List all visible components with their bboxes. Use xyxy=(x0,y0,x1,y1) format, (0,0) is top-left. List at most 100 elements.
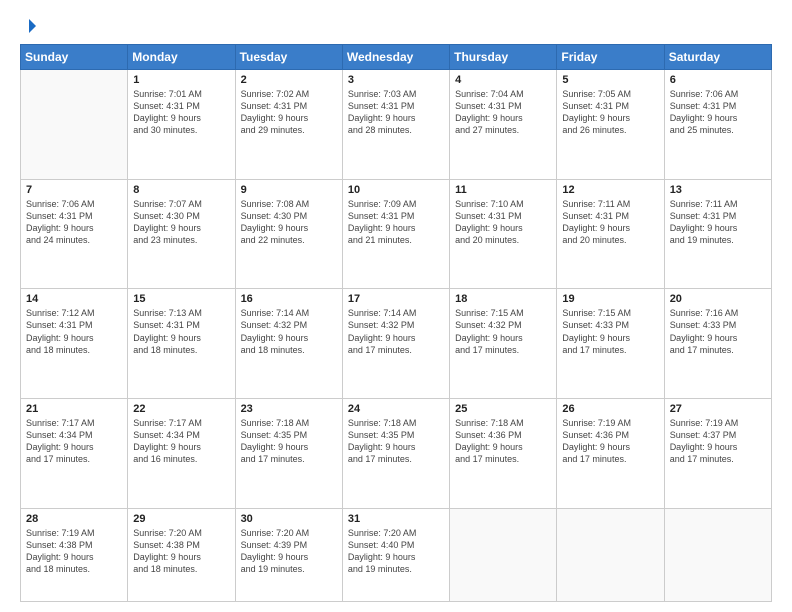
day-number: 21 xyxy=(26,403,122,415)
day-info: Sunrise: 7:02 AMSunset: 4:31 PMDaylight:… xyxy=(241,88,337,137)
day-number: 29 xyxy=(133,513,229,525)
day-info: Sunrise: 7:17 AMSunset: 4:34 PMDaylight:… xyxy=(133,417,229,466)
day-number: 28 xyxy=(26,513,122,525)
day-info: Sunrise: 7:18 AMSunset: 4:35 PMDaylight:… xyxy=(241,417,337,466)
day-number: 14 xyxy=(26,293,122,305)
weekday-header-monday: Monday xyxy=(128,45,235,70)
calendar-cell: 25 Sunrise: 7:18 AMSunset: 4:36 PMDayligh… xyxy=(450,398,557,508)
calendar-cell: 19 Sunrise: 7:15 AMSunset: 4:33 PMDayligh… xyxy=(557,289,664,399)
calendar-cell: 23Sunrise: 7:18 AMSunset: 4:35 PMDayligh… xyxy=(235,398,342,508)
calendar-cell: 1 Sunrise: 7:01 AMSunset: 4:31 PMDaylight… xyxy=(128,70,235,180)
week-row-5: 28 Sunrise: 7:19 AMSunset: 4:38 PMDayligh… xyxy=(21,508,772,602)
day-info: Sunrise: 7:14 AMSunset: 4:32 PMDaylight:… xyxy=(348,307,444,356)
day-number: 6 xyxy=(670,74,766,86)
calendar-cell: 16 Sunrise: 7:14 AMSunset: 4:32 PMDayligh… xyxy=(235,289,342,399)
weekday-header-friday: Friday xyxy=(557,45,664,70)
calendar-cell xyxy=(450,508,557,602)
calendar-cell: 2 Sunrise: 7:02 AMSunset: 4:31 PMDaylight… xyxy=(235,70,342,180)
day-number: 18 xyxy=(455,293,551,305)
day-number: 15 xyxy=(133,293,229,305)
day-info: Sunrise: 7:16 AMSunset: 4:33 PMDaylight:… xyxy=(670,307,766,356)
calendar-cell: 17 Sunrise: 7:14 AMSunset: 4:32 PMDayligh… xyxy=(342,289,449,399)
day-info: Sunrise: 7:15 AMSunset: 4:32 PMDaylight:… xyxy=(455,307,551,356)
day-info: Sunrise: 7:06 AMSunset: 4:31 PMDaylight:… xyxy=(26,198,122,247)
day-number: 30 xyxy=(241,513,337,525)
day-number: 26 xyxy=(562,403,658,415)
day-number: 7 xyxy=(26,184,122,196)
day-number: 1 xyxy=(133,74,229,86)
day-info: Sunrise: 7:19 AMSunset: 4:37 PMDaylight:… xyxy=(670,417,766,466)
weekday-header-row: SundayMondayTuesdayWednesdayThursdayFrid… xyxy=(21,45,772,70)
day-info: Sunrise: 7:19 AMSunset: 4:38 PMDaylight:… xyxy=(26,527,122,576)
day-info: Sunrise: 7:06 AMSunset: 4:31 PMDaylight:… xyxy=(670,88,766,137)
weekday-header-sunday: Sunday xyxy=(21,45,128,70)
calendar-cell: 22 Sunrise: 7:17 AMSunset: 4:34 PMDayligh… xyxy=(128,398,235,508)
day-number: 22 xyxy=(133,403,229,415)
calendar-cell: 6 Sunrise: 7:06 AMSunset: 4:31 PMDaylight… xyxy=(664,70,771,180)
day-number: 20 xyxy=(670,293,766,305)
day-info: Sunrise: 7:20 AMSunset: 4:40 PMDaylight:… xyxy=(348,527,444,576)
calendar-cell: 3 Sunrise: 7:03 AMSunset: 4:31 PMDaylight… xyxy=(342,70,449,180)
day-info: Sunrise: 7:20 AMSunset: 4:39 PMDaylight:… xyxy=(241,527,337,576)
calendar-cell: 7 Sunrise: 7:06 AMSunset: 4:31 PMDaylight… xyxy=(21,179,128,289)
day-info: Sunrise: 7:18 AMSunset: 4:36 PMDaylight:… xyxy=(455,417,551,466)
calendar-cell: 18 Sunrise: 7:15 AMSunset: 4:32 PMDayligh… xyxy=(450,289,557,399)
day-number: 9 xyxy=(241,184,337,196)
day-number: 2 xyxy=(241,74,337,86)
calendar-cell: 13Sunrise: 7:11 AMSunset: 4:31 PMDayligh… xyxy=(664,179,771,289)
weekday-header-tuesday: Tuesday xyxy=(235,45,342,70)
week-row-1: 1 Sunrise: 7:01 AMSunset: 4:31 PMDaylight… xyxy=(21,70,772,180)
calendar-cell: 12Sunrise: 7:11 AMSunset: 4:31 PMDayligh… xyxy=(557,179,664,289)
day-info: Sunrise: 7:14 AMSunset: 4:32 PMDaylight:… xyxy=(241,307,337,356)
calendar-cell: 11Sunrise: 7:10 AMSunset: 4:31 PMDayligh… xyxy=(450,179,557,289)
day-number: 12 xyxy=(562,184,658,196)
calendar-cell: 14Sunrise: 7:12 AMSunset: 4:31 PMDayligh… xyxy=(21,289,128,399)
page: SundayMondayTuesdayWednesdayThursdayFrid… xyxy=(0,0,792,612)
day-number: 8 xyxy=(133,184,229,196)
day-info: Sunrise: 7:01 AMSunset: 4:31 PMDaylight:… xyxy=(133,88,229,137)
day-info: Sunrise: 7:15 AMSunset: 4:33 PMDaylight:… xyxy=(562,307,658,356)
calendar-cell: 8 Sunrise: 7:07 AMSunset: 4:30 PMDaylight… xyxy=(128,179,235,289)
calendar-cell: 31 Sunrise: 7:20 AMSunset: 4:40 PMDayligh… xyxy=(342,508,449,602)
calendar-cell: 28 Sunrise: 7:19 AMSunset: 4:38 PMDayligh… xyxy=(21,508,128,602)
calendar-cell xyxy=(21,70,128,180)
day-number: 31 xyxy=(348,513,444,525)
calendar-cell: 15 Sunrise: 7:13 AMSunset: 4:31 PMDayligh… xyxy=(128,289,235,399)
day-info: Sunrise: 7:13 AMSunset: 4:31 PMDaylight:… xyxy=(133,307,229,356)
week-row-3: 14Sunrise: 7:12 AMSunset: 4:31 PMDayligh… xyxy=(21,289,772,399)
day-number: 3 xyxy=(348,74,444,86)
day-info: Sunrise: 7:07 AMSunset: 4:30 PMDaylight:… xyxy=(133,198,229,247)
calendar-cell: 9 Sunrise: 7:08 AMSunset: 4:30 PMDaylight… xyxy=(235,179,342,289)
header xyxy=(20,18,772,34)
calendar-table: SundayMondayTuesdayWednesdayThursdayFrid… xyxy=(20,44,772,602)
calendar-cell: 4 Sunrise: 7:04 AMSunset: 4:31 PMDaylight… xyxy=(450,70,557,180)
calendar-cell: 21Sunrise: 7:17 AMSunset: 4:34 PMDayligh… xyxy=(21,398,128,508)
day-info: Sunrise: 7:18 AMSunset: 4:35 PMDaylight:… xyxy=(348,417,444,466)
day-info: Sunrise: 7:20 AMSunset: 4:38 PMDaylight:… xyxy=(133,527,229,576)
day-info: Sunrise: 7:10 AMSunset: 4:31 PMDaylight:… xyxy=(455,198,551,247)
day-number: 19 xyxy=(562,293,658,305)
calendar-cell xyxy=(664,508,771,602)
day-number: 25 xyxy=(455,403,551,415)
calendar-cell xyxy=(557,508,664,602)
calendar-cell: 29 Sunrise: 7:20 AMSunset: 4:38 PMDayligh… xyxy=(128,508,235,602)
day-number: 13 xyxy=(670,184,766,196)
day-info: Sunrise: 7:03 AMSunset: 4:31 PMDaylight:… xyxy=(348,88,444,137)
week-row-2: 7 Sunrise: 7:06 AMSunset: 4:31 PMDaylight… xyxy=(21,179,772,289)
calendar-cell: 24Sunrise: 7:18 AMSunset: 4:35 PMDayligh… xyxy=(342,398,449,508)
week-row-4: 21 Sunrise: 7:17 AMSunset: 4:34 PMDayligh… xyxy=(21,398,772,508)
day-info: Sunrise: 7:04 AMSunset: 4:31 PMDaylight:… xyxy=(455,88,551,137)
day-number: 16 xyxy=(241,293,337,305)
logo-flag-icon xyxy=(21,18,37,34)
day-number: 17 xyxy=(348,293,444,305)
day-info: Sunrise: 7:08 AMSunset: 4:30 PMDaylight:… xyxy=(241,198,337,247)
day-number: 4 xyxy=(455,74,551,86)
calendar-cell: 5Sunrise: 7:05 AMSunset: 4:31 PMDaylight… xyxy=(557,70,664,180)
weekday-header-thursday: Thursday xyxy=(450,45,557,70)
calendar-cell: 27Sunrise: 7:19 AMSunset: 4:37 PMDayligh… xyxy=(664,398,771,508)
day-number: 5 xyxy=(562,74,658,86)
calendar-cell: 20 Sunrise: 7:16 AMSunset: 4:33 PMDayligh… xyxy=(664,289,771,399)
day-info: Sunrise: 7:09 AMSunset: 4:31 PMDaylight:… xyxy=(348,198,444,247)
calendar-cell: 30 Sunrise: 7:20 AMSunset: 4:39 PMDayligh… xyxy=(235,508,342,602)
logo xyxy=(20,18,38,34)
